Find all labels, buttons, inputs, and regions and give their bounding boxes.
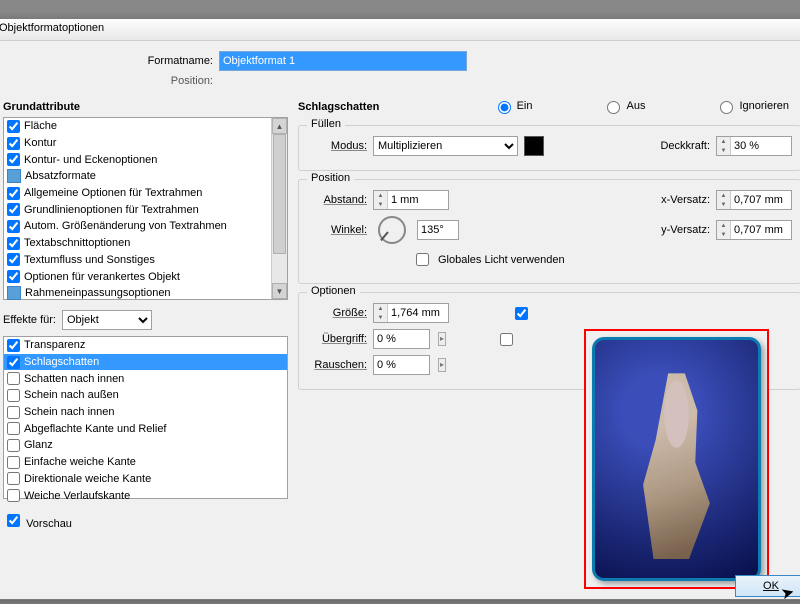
list-item[interactable]: Allgemeine Optionen für Textrahmen — [4, 185, 287, 202]
checkbox-textabschnitt[interactable] — [7, 237, 20, 250]
distance-spinner[interactable]: ▲▼ — [373, 190, 449, 210]
mixed-checkbox-rahmen[interactable] — [7, 286, 21, 300]
scroll-up-icon[interactable]: ▲ — [272, 118, 287, 134]
preview-image-highlight — [584, 329, 769, 589]
mixed-checkbox-absatz[interactable] — [7, 169, 21, 183]
list-item[interactable]: Weiche Verlaufskante — [4, 487, 287, 504]
list-item-selected[interactable]: Schlagschatten — [4, 354, 287, 371]
checkbox-verankert[interactable] — [7, 270, 20, 283]
list-item[interactable]: Textabschnittoptionen — [4, 235, 287, 252]
checkbox-transparenz[interactable] — [7, 339, 20, 352]
list-item[interactable]: Einfache weiche Kante — [4, 454, 287, 471]
list-item[interactable]: Textumfluss und Sonstiges — [4, 252, 287, 269]
checkbox-kontur-ecken[interactable] — [7, 153, 20, 166]
yoffset-label: y-Versatz: — [661, 224, 710, 236]
list-item[interactable]: Optionen für verankertes Objekt — [4, 268, 287, 285]
opacity-label: Deckkraft: — [660, 140, 710, 152]
checkbox-flaeche[interactable] — [7, 120, 20, 133]
xoffset-label: x-Versatz: — [661, 194, 710, 206]
popout-icon[interactable]: ▸ — [438, 332, 446, 346]
size-spinner[interactable]: ▲▼ — [373, 303, 449, 323]
fill-group: Füllen Modus: Multiplizieren Deckkraft: … — [298, 125, 800, 171]
checkbox-direktionale-kante[interactable] — [7, 472, 20, 485]
list-item[interactable]: Fläche — [4, 118, 287, 135]
basic-attributes-list: Fläche Kontur Kontur- und Eckenoptionen … — [3, 117, 288, 300]
list-item[interactable]: Transparenz — [4, 337, 287, 354]
dialog-title: Objektformatoptionen — [0, 19, 800, 41]
checkbox-einfache-kante[interactable] — [7, 456, 20, 469]
effects-list: Transparenz Schlagschatten Schatten nach… — [3, 336, 288, 499]
list-item[interactable]: Kontur — [4, 135, 287, 152]
list-item[interactable]: Glanz — [4, 437, 287, 454]
preview-label: Vorschau — [26, 518, 72, 530]
position-legend: Position — [307, 172, 354, 184]
global-light-checkbox[interactable] — [416, 253, 429, 266]
scrollbar[interactable]: ▲▼ — [271, 118, 287, 299]
popout-icon[interactable]: ▸ — [438, 358, 446, 372]
global-light-label: Globales Licht verwenden — [438, 254, 565, 266]
object-format-options-dialog: Objektformatoptionen Formatname: Positio… — [0, 18, 800, 600]
effects-for-label: Effekte für: — [3, 314, 56, 326]
checkbox-textumfluss[interactable] — [7, 253, 20, 266]
spread-spinner[interactable] — [373, 329, 430, 349]
list-item[interactable]: Schein nach innen — [4, 404, 287, 421]
effects-for-select[interactable]: Objekt — [62, 310, 152, 330]
opt-check-2[interactable] — [500, 333, 513, 346]
checkbox-schein-innen[interactable] — [7, 406, 20, 419]
list-item[interactable]: Autom. Größenänderung von Textrahmen — [4, 218, 287, 235]
yoffset-spinner[interactable]: ▲▼ — [716, 220, 792, 240]
checkbox-autogroesse[interactable] — [7, 220, 20, 233]
checkbox-schlagschatten[interactable] — [7, 356, 20, 369]
list-item[interactable]: Kontur- und Eckenoptionen — [4, 151, 287, 168]
list-item[interactable]: Abgeflachte Kante und Relief — [4, 420, 287, 437]
checkbox-allg-opt[interactable] — [7, 187, 20, 200]
spread-label: Übergriff: — [307, 333, 367, 345]
radio-aus[interactable] — [607, 101, 620, 114]
preview-thumbnail — [592, 337, 761, 581]
ok-button[interactable]: OK — [735, 575, 800, 597]
checkbox-grundlinien[interactable] — [7, 203, 20, 216]
checkbox-kontur[interactable] — [7, 137, 20, 150]
noise-spinner[interactable] — [373, 355, 430, 375]
angle-label: Winkel: — [307, 224, 367, 236]
xoffset-spinner[interactable]: ▲▼ — [716, 190, 792, 210]
radio-ignorieren[interactable] — [720, 101, 733, 114]
checkbox-schatten-innen[interactable] — [7, 372, 20, 385]
distance-label: Abstand: — [307, 194, 367, 206]
position-label: Position: — [3, 75, 213, 87]
angle-dial[interactable] — [378, 216, 406, 244]
list-item[interactable]: Rahmeneinpassungsoptionen — [4, 285, 287, 302]
scroll-down-icon[interactable]: ▼ — [272, 283, 287, 299]
list-item[interactable]: Schein nach außen — [4, 387, 287, 404]
scroll-thumb[interactable] — [273, 134, 286, 254]
list-item[interactable]: Absatzformate — [4, 168, 287, 185]
formatname-label: Formatname: — [3, 55, 213, 67]
fill-legend: Füllen — [307, 118, 345, 130]
list-item[interactable]: Direktionale weiche Kante — [4, 471, 287, 488]
angle-spinner[interactable] — [417, 220, 459, 240]
checkbox-schein-aussen[interactable] — [7, 389, 20, 402]
basic-attributes-heading: Grundattribute — [3, 101, 288, 113]
noise-label: Rauschen: — [307, 359, 367, 371]
formatname-input[interactable] — [219, 51, 467, 71]
list-item[interactable]: Schatten nach innen — [4, 370, 287, 387]
list-item[interactable]: Grundlinienoptionen für Textrahmen — [4, 201, 287, 218]
checkbox-abgeflacht[interactable] — [7, 422, 20, 435]
preview-checkbox[interactable] — [7, 514, 20, 527]
modus-select[interactable]: Multiplizieren — [373, 136, 518, 156]
position-group: Position Abstand: ▲▼ x-Versatz: ▲▼ Winke… — [298, 179, 800, 284]
checkbox-verlaufskante[interactable] — [7, 489, 20, 502]
modus-label: Modus: — [307, 140, 367, 152]
drop-shadow-heading: Schlagschatten — [298, 101, 379, 113]
options-legend: Optionen — [307, 285, 360, 297]
radio-ein[interactable] — [498, 101, 511, 114]
checkbox-glanz[interactable] — [7, 439, 20, 452]
size-label: Größe: — [307, 307, 367, 319]
opt-check-1[interactable] — [515, 307, 528, 320]
opacity-spinner[interactable]: ▲▼ — [716, 136, 792, 156]
color-swatch[interactable] — [524, 136, 544, 156]
